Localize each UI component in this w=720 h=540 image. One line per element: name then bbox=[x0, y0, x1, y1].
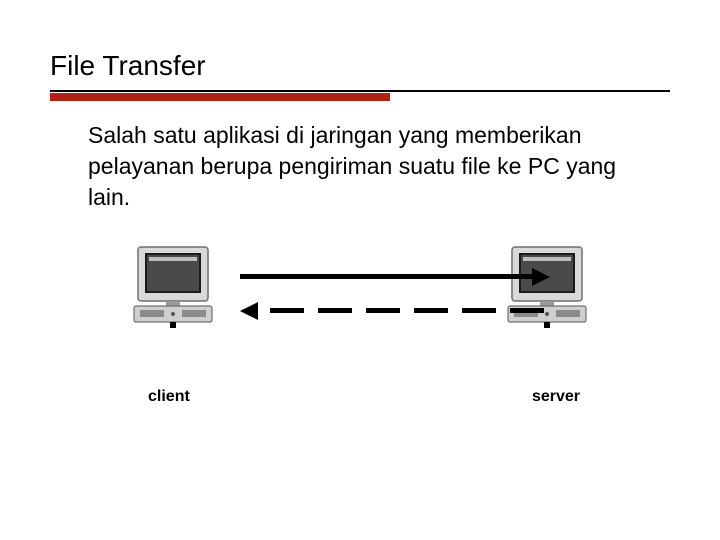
label-server: server bbox=[532, 388, 580, 406]
arrow-line-icon bbox=[240, 274, 532, 279]
rule-thin bbox=[50, 90, 670, 92]
dash-segment-icon bbox=[462, 308, 496, 313]
slide: File Transfer Salah satu aplikasi di jar… bbox=[0, 0, 720, 540]
title-rules bbox=[50, 90, 670, 102]
slide-title: File Transfer bbox=[50, 50, 670, 82]
arrow-left-dashed bbox=[240, 302, 550, 320]
computer-client-icon bbox=[130, 243, 216, 338]
dash-segment-icon bbox=[318, 308, 352, 313]
arrow-right-solid bbox=[240, 268, 550, 286]
arrows-group bbox=[240, 268, 550, 328]
dash-segment-icon bbox=[366, 308, 400, 313]
rule-thick bbox=[50, 93, 390, 101]
arrowhead-left-icon bbox=[240, 302, 258, 320]
diagram: client server bbox=[50, 243, 670, 393]
dash-segment-icon bbox=[414, 308, 448, 313]
dash-segment-icon bbox=[270, 308, 304, 313]
dash-segment-icon bbox=[510, 308, 544, 313]
arrowhead-right-icon bbox=[532, 268, 550, 286]
slide-body-text: Salah satu aplikasi di jaringan yang mem… bbox=[88, 120, 648, 213]
label-client: client bbox=[148, 388, 190, 406]
